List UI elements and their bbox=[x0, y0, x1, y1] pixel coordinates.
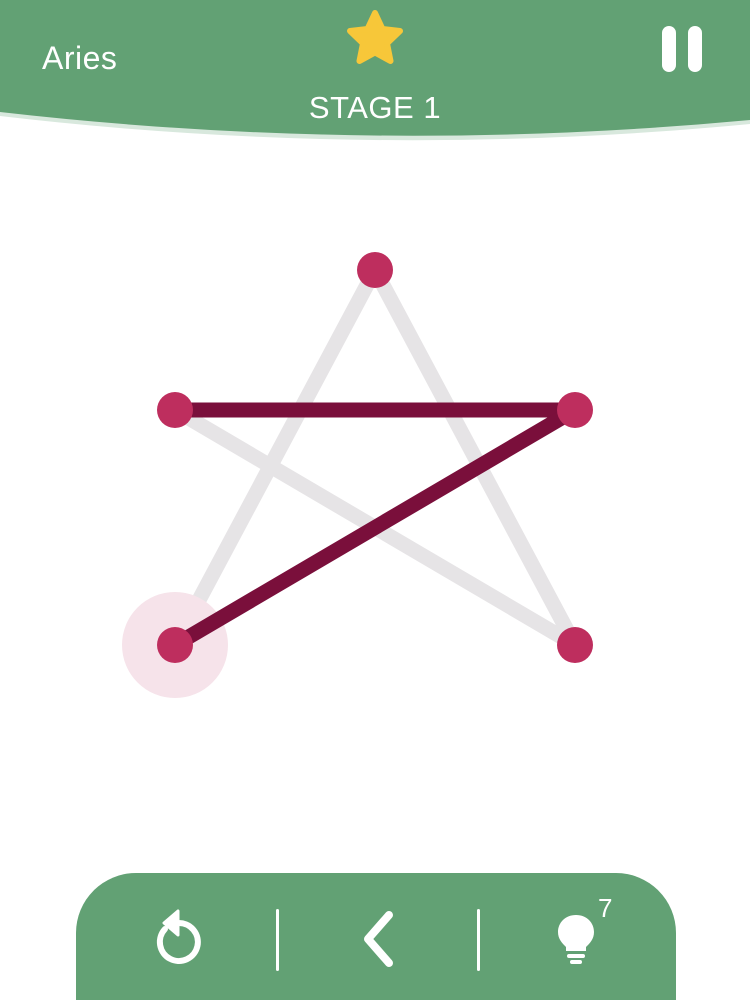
restart-icon bbox=[156, 909, 201, 964]
node-left[interactable] bbox=[157, 392, 193, 428]
node-bottom-left[interactable] bbox=[157, 627, 193, 663]
back-button[interactable] bbox=[276, 873, 476, 1000]
lightbulb-icon bbox=[558, 915, 594, 964]
restart-button[interactable] bbox=[76, 873, 276, 1000]
puzzle-board[interactable] bbox=[0, 0, 750, 1000]
nodes bbox=[157, 252, 593, 663]
guide-lines bbox=[167, 262, 583, 653]
game-screen: Aries STAGE 1 7 bbox=[0, 0, 750, 1000]
back-icon bbox=[364, 911, 393, 967]
bottom-toolbar: 7 bbox=[76, 873, 676, 1000]
node-right[interactable] bbox=[557, 392, 593, 428]
hint-button[interactable] bbox=[476, 873, 676, 1000]
node-bottom-right[interactable] bbox=[557, 627, 593, 663]
node-top[interactable] bbox=[357, 252, 393, 288]
hint-count-badge: 7 bbox=[598, 893, 613, 923]
